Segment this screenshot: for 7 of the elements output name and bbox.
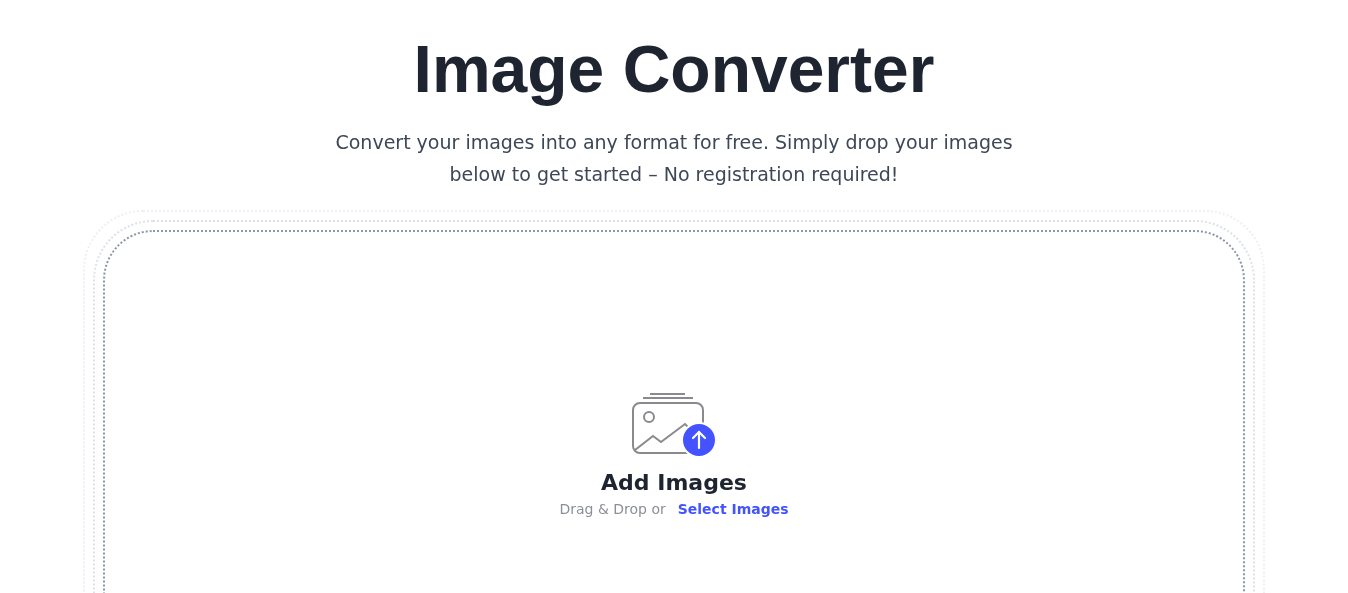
image-upload-icon [631, 392, 717, 458]
page-subtitle: Convert your images into any format for free. Simply drop your images below to get started – No registration required! [334, 130, 1014, 187]
drop-heading: Add Images [601, 470, 747, 495]
drop-hint: Drag & Drop or [559, 501, 666, 517]
page-title: Image Converter [413, 31, 935, 108]
drop-zone[interactable]: Add Images Drag & Drop or Select Images [103, 230, 1245, 593]
select-images-link[interactable]: Select Images [677, 501, 789, 517]
